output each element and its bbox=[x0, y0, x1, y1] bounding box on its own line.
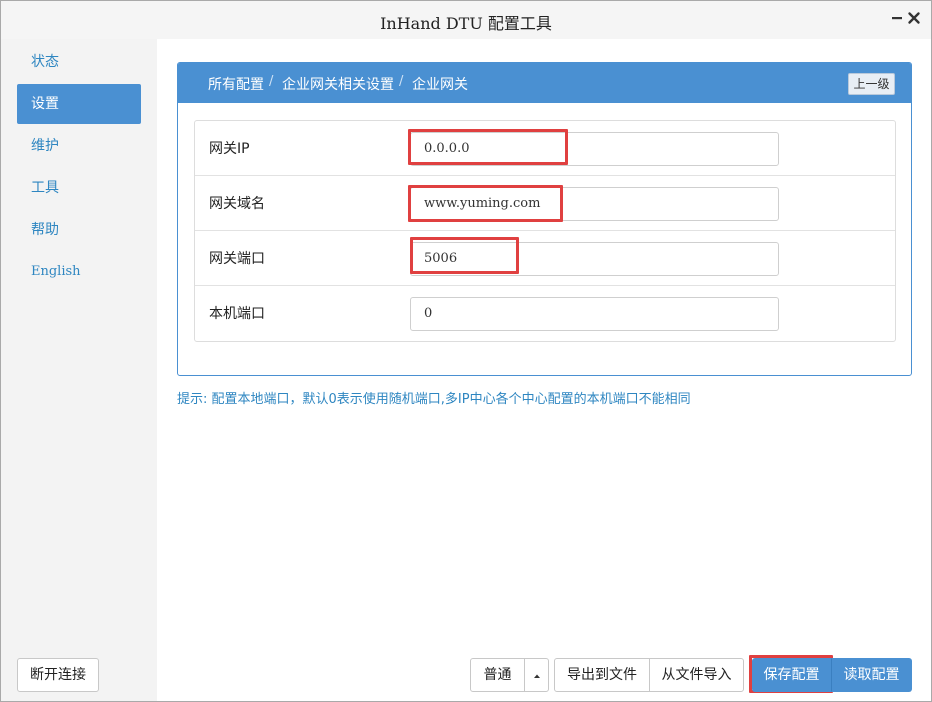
import-from-file-button[interactable]: 从文件导入 bbox=[649, 658, 744, 692]
mode-dropdown-toggle[interactable] bbox=[524, 658, 549, 692]
export-to-file-button[interactable]: 导出到文件 bbox=[554, 658, 650, 692]
sidebar-item-settings[interactable]: 设置 bbox=[17, 84, 141, 124]
gateway-form: 网关IP 0.0.0.0 网关域名 www.yuming.com 网关端口 50… bbox=[194, 120, 896, 342]
local-port-label: 本机端口 bbox=[209, 306, 265, 322]
gateway-port-label: 网关端口 bbox=[209, 251, 265, 267]
caret-up-icon bbox=[532, 669, 542, 685]
breadcrumb-gateway-settings[interactable]: 企业网关相关设置 bbox=[282, 74, 394, 94]
form-row-gateway-ip: 网关IP 0.0.0.0 bbox=[195, 121, 895, 176]
breadcrumb-all-configs[interactable]: 所有配置 bbox=[208, 74, 264, 94]
form-row-local-port: 本机端口 0 bbox=[195, 286, 895, 341]
minimize-icon[interactable] bbox=[890, 11, 904, 25]
hint-text: 提示: 配置本地端口，默认0表示使用随机端口,多IP中心各个中心配置的本机端口不… bbox=[177, 392, 691, 407]
gateway-ip-input[interactable]: 0.0.0.0 bbox=[410, 132, 779, 166]
sidebar-item-maintenance[interactable]: 维护 bbox=[17, 126, 141, 166]
form-row-gateway-port: 网关端口 5006 bbox=[195, 231, 895, 286]
settings-panel: 所有配置 / 企业网关相关设置 / 企业网关 上一级 网关IP 0.0.0.0 … bbox=[177, 62, 912, 376]
title-bar: InHand DTU 配置工具 bbox=[1, 1, 931, 39]
up-level-button[interactable]: 上一级 bbox=[848, 73, 895, 95]
mode-select-button[interactable]: 普通 bbox=[470, 658, 525, 692]
sidebar: 状态 设置 维护 工具 帮助 English bbox=[1, 39, 157, 701]
sidebar-item-help[interactable]: 帮助 bbox=[17, 210, 141, 250]
gateway-domain-input[interactable]: www.yuming.com bbox=[410, 187, 779, 221]
sidebar-item-tools[interactable]: 工具 bbox=[17, 168, 141, 208]
save-config-button[interactable]: 保存配置 bbox=[752, 658, 831, 692]
gateway-port-input[interactable]: 5006 bbox=[410, 242, 779, 276]
disconnect-button[interactable]: 断开连接 bbox=[17, 658, 99, 692]
sidebar-item-status[interactable]: 状态 bbox=[17, 42, 141, 82]
window-title: InHand DTU 配置工具 bbox=[380, 14, 552, 33]
close-icon[interactable] bbox=[907, 11, 921, 25]
breadcrumb-gateway: 企业网关 bbox=[412, 77, 468, 93]
read-config-button[interactable]: 读取配置 bbox=[831, 658, 912, 692]
sidebar-item-english[interactable]: English bbox=[17, 252, 141, 292]
breadcrumb-separator: / bbox=[269, 74, 274, 89]
form-row-gateway-domain: 网关域名 www.yuming.com bbox=[195, 176, 895, 231]
local-port-input[interactable]: 0 bbox=[410, 297, 779, 331]
app-window: InHand DTU 配置工具 状态 设置 维护 工具 帮助 English 断… bbox=[0, 0, 932, 702]
breadcrumb-separator: / bbox=[399, 74, 404, 89]
gateway-ip-label: 网关IP bbox=[209, 141, 250, 157]
breadcrumb: 所有配置 / 企业网关相关设置 / 企业网关 上一级 bbox=[178, 63, 911, 103]
gateway-domain-label: 网关域名 bbox=[209, 196, 265, 212]
